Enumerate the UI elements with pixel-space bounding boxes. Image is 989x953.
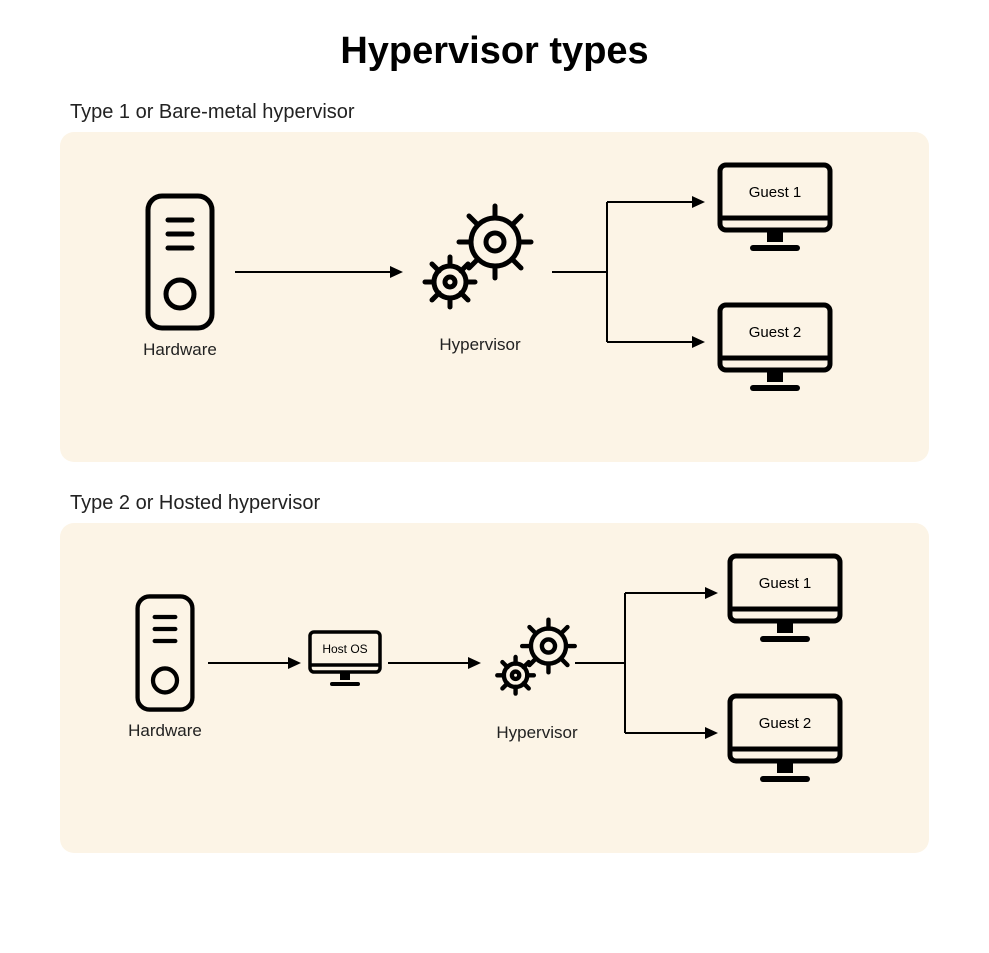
- arrow-icon: [235, 262, 405, 282]
- page-title: Hypervisor types: [60, 30, 929, 73]
- monitor-icon: Host OS: [306, 628, 384, 690]
- type2-guest2-label: Guest 2: [759, 715, 812, 732]
- type1-hypervisor-label: Hypervisor: [410, 335, 550, 355]
- type1-heading: Type 1 or Bare-metal hypervisor: [70, 101, 929, 124]
- type2-heading: Type 2 or Hosted hypervisor: [70, 492, 929, 515]
- monitor-icon: Guest 2: [715, 300, 835, 395]
- type2-hostos-label: Host OS: [322, 642, 367, 656]
- monitor-icon: Guest 2: [725, 691, 845, 786]
- type2-guest2-node: Guest 2: [725, 691, 845, 786]
- type2-guest1-label: Guest 1: [759, 575, 812, 592]
- gears-icon: [490, 613, 585, 701]
- type1-guest2-label: Guest 2: [749, 324, 802, 341]
- type2-hardware-label: Hardware: [120, 721, 210, 741]
- server-icon: [130, 593, 200, 713]
- type1-guest1-node: Guest 1: [715, 160, 835, 255]
- branch-arrow-icon: [575, 563, 725, 763]
- type2-guest1-node: Guest 1: [725, 551, 845, 646]
- arrow-icon: [208, 653, 303, 673]
- arrow-icon: [388, 653, 483, 673]
- monitor-icon: Guest 1: [715, 160, 835, 255]
- type1-panel: Hardware: [60, 132, 929, 462]
- type2-hostos-node: Host OS: [305, 628, 385, 690]
- monitor-icon: Guest 1: [725, 551, 845, 646]
- type1-guest2-node: Guest 2: [715, 300, 835, 395]
- branch-arrow-icon: [552, 172, 712, 372]
- type1-guest1-label: Guest 1: [749, 184, 802, 201]
- type1-hardware-node: Hardware: [130, 192, 230, 360]
- type1-hypervisor-node: Hypervisor: [410, 197, 550, 355]
- type2-hardware-node: Hardware: [120, 593, 210, 741]
- gears-icon: [415, 197, 545, 317]
- server-icon: [140, 192, 220, 332]
- type1-hardware-label: Hardware: [130, 340, 230, 360]
- type2-panel: Hardware Host OS: [60, 523, 929, 853]
